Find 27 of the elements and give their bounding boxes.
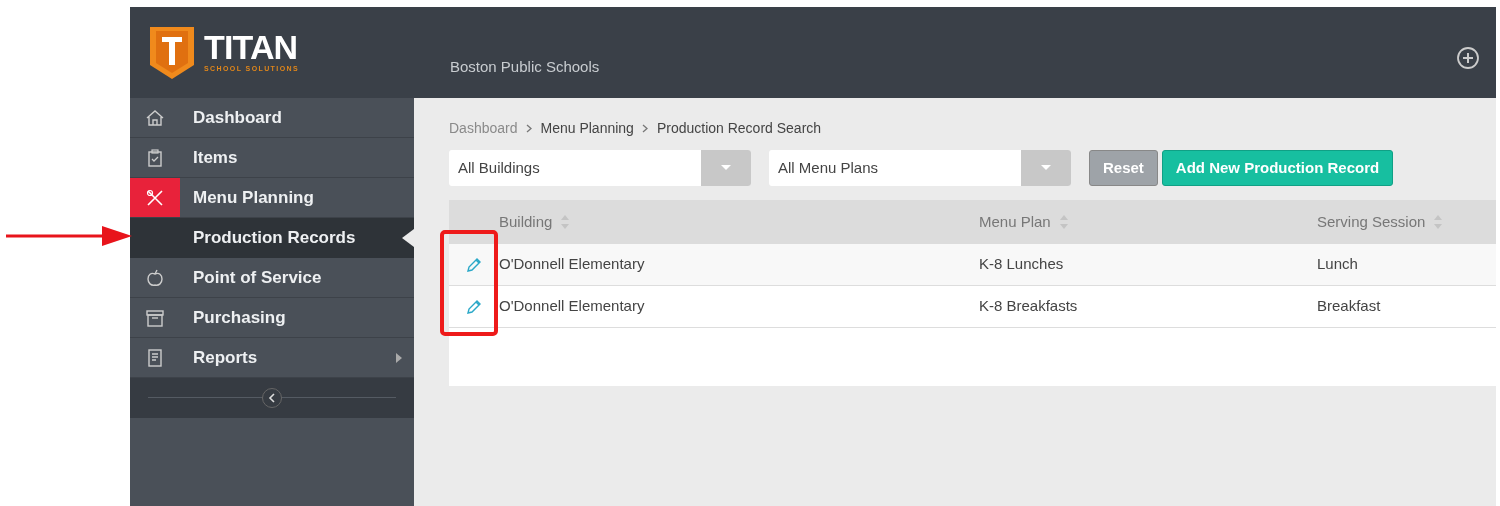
shield-logo-icon [148,24,196,81]
table-cell-text: Lunch [1317,254,1359,275]
archive-icon [145,307,165,328]
caret-down-icon [1041,165,1051,171]
breadcrumb-separator-icon [641,123,649,133]
sidebar-subitem[interactable]: Production Records [130,218,414,258]
report-icon [145,347,165,368]
add-circle-icon[interactable] [1456,46,1480,70]
table-cell-text: O'Donnell Elementary [499,254,646,275]
home-icon [145,107,165,128]
breadcrumb-item: Production Record Search [656,118,822,138]
chevron-left-icon [268,393,276,403]
breadcrumb-item: Menu Planning [540,118,634,138]
collapse-sidebar-button[interactable] [262,388,282,408]
logo-wordmark: TITAN [204,30,299,65]
dropdown[interactable]: All Buildings [449,150,751,186]
table-cell-text: K-8 Lunches [979,254,1065,275]
table-cell-text: K-8 Breakfasts [979,296,1079,317]
table-cell-text: Breakfast [1317,296,1382,317]
apple-icon [145,267,165,288]
sidebar-item[interactable]: Menu Planning [130,178,414,218]
breadcrumb-separator-icon [525,123,533,133]
table-cell-text: O'Donnell Elementary [499,296,646,317]
caret-down-icon [721,165,731,171]
organization-name: Boston Public Schools [450,56,600,77]
dropdown[interactable]: All Menu Plans [769,150,1071,186]
clipboard-icon [145,147,165,168]
